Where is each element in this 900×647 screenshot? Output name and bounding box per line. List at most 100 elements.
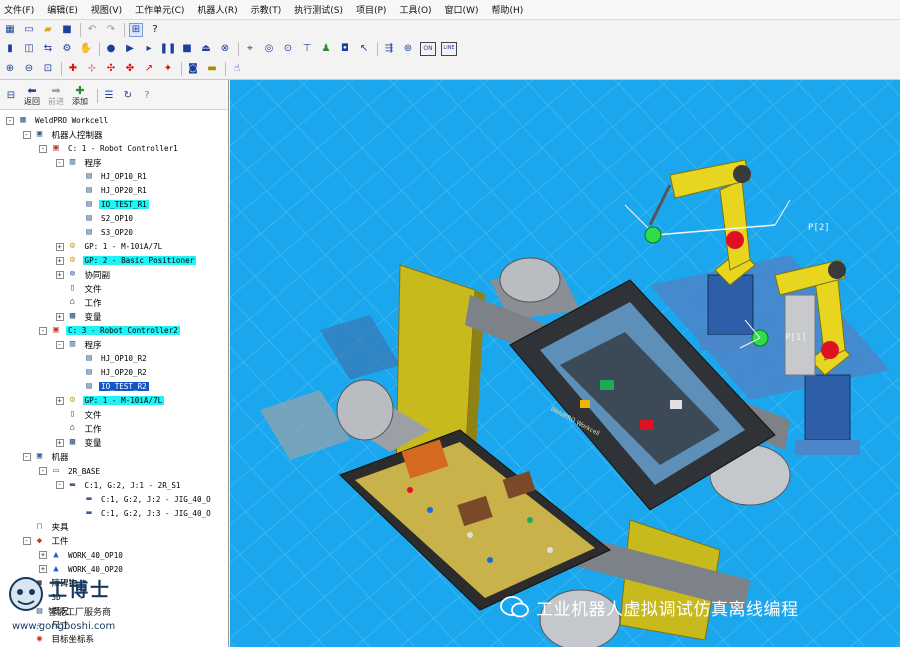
camera-view-icon[interactable]: ◙ xyxy=(186,62,200,76)
person-icon[interactable]: ♟ xyxy=(319,42,333,56)
tree-node[interactable]: - ▣ 机器 xyxy=(22,450,71,463)
open-folder-icon[interactable]: ▰ xyxy=(41,23,55,37)
tree-node[interactable]: + ▩ 变量 xyxy=(55,310,104,323)
menu-item-1[interactable]: 编辑(E) xyxy=(47,3,78,16)
zoom-in-icon[interactable]: ⊕ xyxy=(3,62,17,76)
menu-item-10[interactable]: 帮助(H) xyxy=(491,3,523,16)
help-circle-icon[interactable]: ? xyxy=(140,89,154,103)
grid-icon[interactable]: ▦ xyxy=(3,23,17,37)
teach-pendant-icon[interactable]: ▮ xyxy=(3,42,17,56)
collapse-toggle-icon[interactable]: - xyxy=(22,130,31,139)
tree-node[interactable]: + ⚙ GP: 1 - M-10iA/7L xyxy=(55,394,165,407)
tree-node[interactable]: - ▣ C: 1 - Robot Controller1 xyxy=(39,142,180,155)
forward-button[interactable]: ➡ 前进 xyxy=(48,85,64,107)
tree-node[interactable]: - ▣ C: 3 - Robot Controller2 xyxy=(39,324,180,337)
tree-node[interactable]: + ⊚ 协同副 xyxy=(55,268,113,281)
back-button[interactable]: ⬅ 返回 xyxy=(24,85,40,107)
tree-node[interactable]: ⊓ 夹具 xyxy=(23,521,71,534)
menu-item-3[interactable]: 工作单元(C) xyxy=(135,3,184,16)
tree-node[interactable]: ▤ IO_TEST_R2 xyxy=(72,380,149,393)
offline-icon[interactable]: LINE xyxy=(441,41,457,56)
menu-item-4[interactable]: 机器人(R) xyxy=(197,3,237,16)
position-icon[interactable]: ◫ xyxy=(22,42,36,56)
collapse-toggle-icon[interactable]: - xyxy=(22,537,31,546)
menu-item-8[interactable]: 工具(O) xyxy=(399,3,431,16)
stop-icon[interactable]: ■ xyxy=(180,42,194,56)
target-icon[interactable]: ⊙ xyxy=(281,42,295,56)
collapse-toggle-icon[interactable]: - xyxy=(39,144,47,153)
collapse-toggle-icon[interactable]: - xyxy=(22,452,31,461)
tree-node[interactable]: ▤ HJ_OP20_R2 xyxy=(72,366,149,379)
tree-node[interactable]: - ▣ 机器人控制器 xyxy=(22,128,105,141)
ruler-icon[interactable]: ▬ xyxy=(205,62,219,76)
tree-node[interactable]: ▤ IO_TEST_R1 xyxy=(72,198,149,211)
tree-node[interactable]: ▤ S2_OP10 xyxy=(72,212,135,225)
help-icon[interactable]: ? xyxy=(148,23,162,37)
gauge-icon[interactable]: ⊛ xyxy=(401,42,415,56)
tree-node[interactable]: ▯ 文件 xyxy=(56,282,104,295)
expand-toggle-icon[interactable]: + xyxy=(55,312,64,321)
tree-node[interactable]: ⌂ 工作 xyxy=(56,422,104,435)
tree-node[interactable]: + ⚙ GP: 2 - Basic Positioner xyxy=(55,254,197,267)
robot-hand-icon[interactable]: ✋ xyxy=(79,42,93,56)
tree-node[interactable]: - ▥ 程序 xyxy=(55,156,104,169)
collision-icon[interactable]: ✦ xyxy=(161,62,175,76)
gate-icon[interactable]: ⊤ xyxy=(300,42,314,56)
refresh-icon[interactable]: ↻ xyxy=(121,89,135,103)
snap-icon[interactable]: ✣ xyxy=(104,62,118,76)
tree-node[interactable]: ▤ HJ_OP10_R2 xyxy=(72,352,149,365)
tree-node[interactable]: ▯ 文件 xyxy=(56,408,104,421)
dial-icon[interactable]: ◎ xyxy=(262,42,276,56)
cursor-icon[interactable]: ↖ xyxy=(357,42,371,56)
menu-item-5[interactable]: 示教(T) xyxy=(251,3,282,16)
snap-target-icon[interactable]: ✤ xyxy=(123,62,137,76)
collapse-toggle-icon[interactable]: - xyxy=(55,340,64,349)
expand-toggle-icon[interactable]: + xyxy=(55,396,64,405)
joint-icon[interactable]: ⚙ xyxy=(60,42,74,56)
collapse-toggle-icon[interactable]: - xyxy=(6,116,14,125)
hand-icon[interactable]: ☝ xyxy=(230,62,244,76)
collapse-toggle-icon[interactable]: - xyxy=(39,467,47,475)
expand-toggle-icon[interactable]: + xyxy=(55,256,64,265)
camera-icon[interactable]: ◘ xyxy=(338,42,352,56)
menu-item-2[interactable]: 视图(V) xyxy=(91,3,122,16)
tree-node[interactable]: ▬ C:1, G:2, J:3 - JIG_40_O xyxy=(72,507,213,520)
expand-toggle-icon[interactable]: + xyxy=(55,438,64,447)
tree-node[interactable]: - ▥ 程序 xyxy=(55,338,104,351)
move-icon[interactable]: ✚ xyxy=(66,62,80,76)
zoom-out-icon[interactable]: ⊖ xyxy=(22,62,36,76)
signal-icon[interactable]: ⇶ xyxy=(382,42,396,56)
save-icon[interactable]: ■ xyxy=(60,23,74,37)
tree-node[interactable]: ⌂ 工作 xyxy=(56,296,104,309)
tree-node[interactable]: - ▬ C:1, G:2, J:1 - 2R_S1 xyxy=(55,479,183,492)
tree-node[interactable]: - ◆ 工件 xyxy=(22,535,71,548)
frame-icon[interactable]: ⊹ xyxy=(85,62,99,76)
tree-node[interactable]: ▬ C:1, G:2, J:2 - JIG_40_O xyxy=(72,493,213,506)
tree-node[interactable]: ▤ HJ_OP10_R1 xyxy=(72,170,149,183)
run-arrow-icon[interactable]: ▸ xyxy=(142,42,156,56)
teach-icon[interactable]: ⌖ xyxy=(243,42,257,56)
jog-icon[interactable]: ⇆ xyxy=(41,42,55,56)
zoom-fit-icon[interactable]: ⊡ xyxy=(41,62,55,76)
eject-icon[interactable]: ⏏ xyxy=(199,42,213,56)
tree-node[interactable]: + ⚙ GP: 1 - M-10iA/7L xyxy=(55,240,165,253)
collapse-toggle-icon[interactable]: - xyxy=(39,326,47,335)
tree-icon[interactable]: ⊞ xyxy=(129,22,143,37)
axis-icon[interactable]: ↗ xyxy=(142,62,156,76)
tree-node[interactable]: ▤ S3_OP20 xyxy=(72,226,135,239)
undo-icon[interactable]: ↶ xyxy=(85,23,99,37)
tree-node[interactable]: - ▭ 2R_BASE xyxy=(39,465,102,478)
menu-item-6[interactable]: 执行测试(S) xyxy=(294,3,343,16)
expand-toggle-icon[interactable]: + xyxy=(39,551,47,560)
expand-toggle-icon[interactable]: + xyxy=(55,242,64,251)
add-button[interactable]: ✚ 添加 xyxy=(72,85,88,107)
redo-icon[interactable]: ↷ xyxy=(104,23,118,37)
abort-icon[interactable]: ⊗ xyxy=(218,42,232,56)
home-icon[interactable]: ⊟ xyxy=(4,89,18,103)
online-icon[interactable]: ON xyxy=(420,41,436,56)
expand-toggle-icon[interactable]: + xyxy=(55,270,64,279)
tree-node[interactable]: ▤ HJ_OP20_R1 xyxy=(72,184,149,197)
menu-item-0[interactable]: 文件(F) xyxy=(4,3,34,16)
tree-node[interactable]: - ▦ WeldPRO Workcell xyxy=(6,114,110,127)
list-icon[interactable]: ☰ xyxy=(102,89,116,103)
